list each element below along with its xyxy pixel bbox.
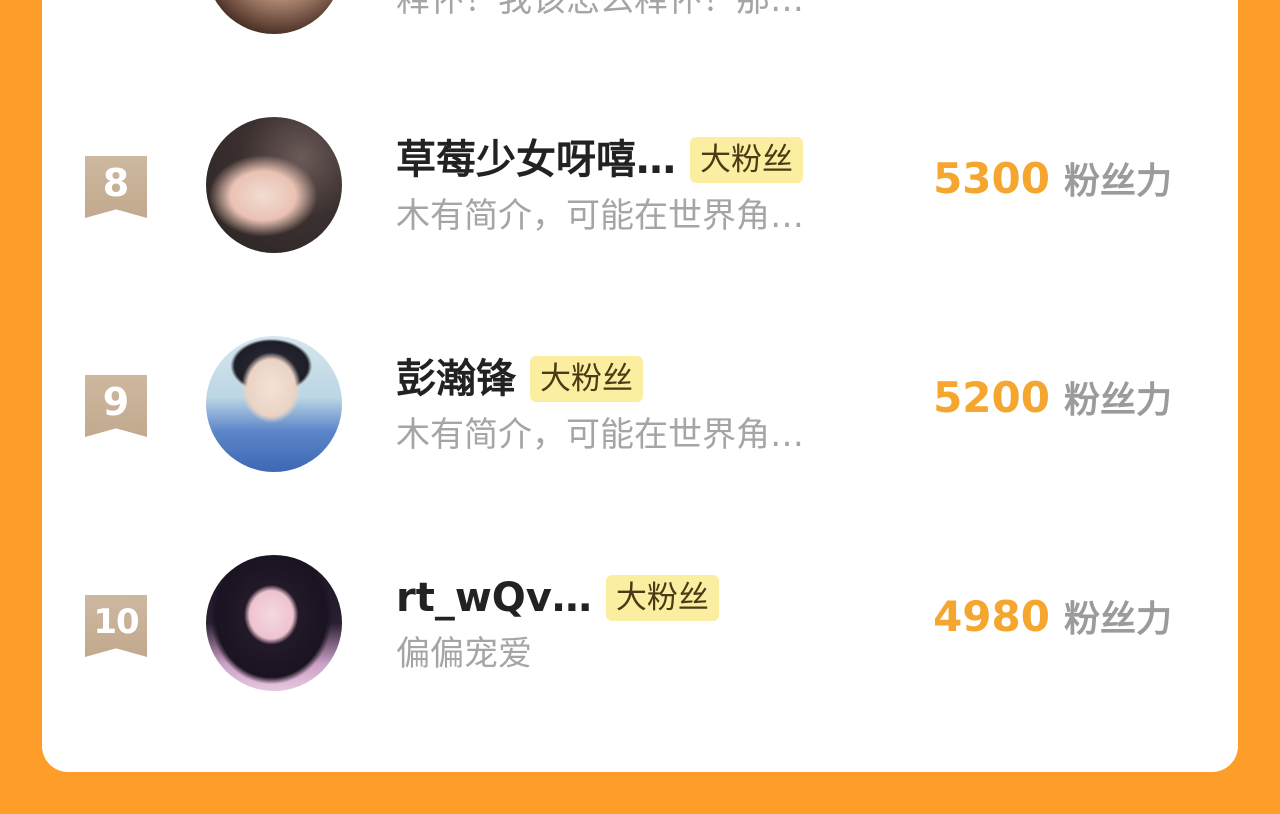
- user-name[interactable]: 草莓少女呀嘻…: [396, 130, 676, 190]
- name-line: 彭瀚锋 大粉丝: [396, 349, 643, 409]
- fan-power-label: 粉丝力: [1063, 161, 1172, 202]
- fan-level-badge: 大粉丝: [690, 137, 803, 183]
- ranking-row[interactable]: 8 草莓少女呀嘻… 大粉丝 木有简介，可能在世界角… 5300 粉丝力: [42, 90, 1238, 253]
- ranking-row-partial[interactable]: 释怀！我该怎么释怀！那…: [42, 0, 1238, 40]
- fan-level-badge: 大粉丝: [605, 575, 719, 621]
- fan-ranking-card: 释怀！我该怎么释怀！那… 8 草莓少女呀嘻… 大粉丝 木有简介，可能在世界角… …: [42, 0, 1238, 772]
- ranking-row[interactable]: 10 rt_wQv… 大粉丝 偏偏宠爱 4980 粉丝力: [42, 528, 1238, 691]
- fan-power-value: 5200: [933, 373, 1050, 422]
- rank-badge: 8: [85, 156, 147, 218]
- fan-power-label: 粉丝力: [1063, 380, 1172, 421]
- fan-power-value: 4980: [933, 592, 1050, 641]
- fan-power: 5300 粉丝力: [933, 152, 1172, 204]
- rank-badge: 10: [85, 595, 147, 657]
- name-line: rt_wQv… 大粉丝: [396, 568, 719, 628]
- ranking-row[interactable]: 9 彭瀚锋 大粉丝 木有简介，可能在世界角… 5200 粉丝力: [42, 309, 1238, 472]
- fan-level-badge: 大粉丝: [530, 356, 643, 402]
- avatar[interactable]: [206, 555, 342, 691]
- user-bio: 偏偏宠爱: [396, 634, 532, 674]
- fan-power-label: 粉丝力: [1063, 599, 1172, 640]
- user-name[interactable]: 彭瀚锋: [396, 349, 516, 409]
- fan-power: 4980 粉丝力: [933, 590, 1172, 642]
- fan-power-value: 5300: [933, 154, 1050, 203]
- user-name[interactable]: rt_wQv…: [396, 568, 592, 628]
- user-bio: 木有简介，可能在世界角…: [396, 415, 804, 455]
- avatar[interactable]: [206, 117, 342, 253]
- user-bio: 释怀！我该怎么释怀！那…: [396, 0, 804, 20]
- rank-badge: 9: [85, 375, 147, 437]
- user-bio: 木有简介，可能在世界角…: [396, 196, 804, 236]
- name-line: 草莓少女呀嘻… 大粉丝: [396, 130, 803, 190]
- avatar[interactable]: [206, 336, 342, 472]
- avatar[interactable]: [206, 0, 342, 34]
- fan-power: 5200 粉丝力: [933, 371, 1172, 423]
